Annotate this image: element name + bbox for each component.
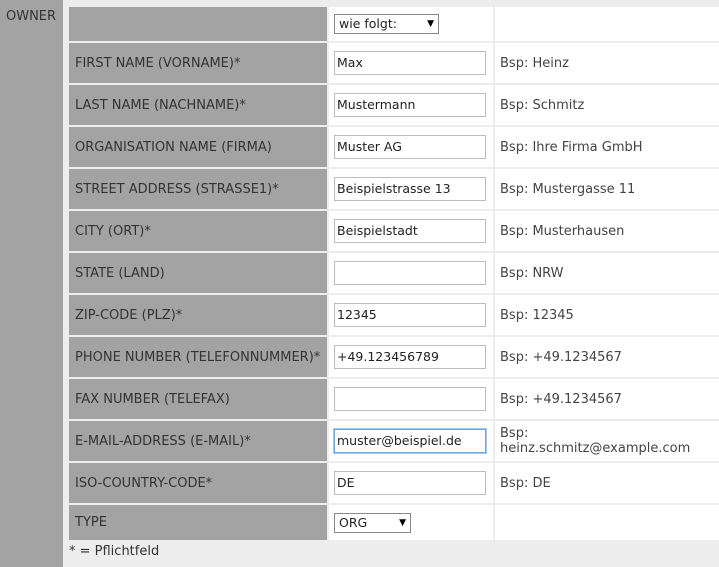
field-hint: Bsp: +49.1234567	[495, 337, 719, 377]
required-footnote: * = Pflichtfeld	[69, 544, 160, 559]
chevron-down-icon: ▼	[399, 517, 406, 528]
field-label: STATE (LAND)	[69, 253, 327, 293]
last-name-input[interactable]: Mustermann	[334, 93, 486, 117]
form-row-type: TYPE ORG ▼	[69, 505, 719, 540]
form-row-phone: PHONE NUMBER (TELEFONNUMMER)* +49.123456…	[69, 337, 719, 377]
field-hint: Bsp: Schmitz	[495, 85, 719, 125]
handle-row-input-cell: wie folgt: ▼	[329, 7, 493, 41]
organisation-input[interactable]: Muster AG	[334, 135, 486, 159]
fax-input[interactable]	[334, 387, 486, 411]
field-input-cell: Muster AG	[329, 127, 493, 167]
field-input-cell: ORG ▼	[329, 505, 493, 540]
zip-code-input[interactable]: 12345	[334, 303, 486, 327]
field-label: ISO-COUNTRY-CODE*	[69, 463, 327, 503]
field-input-cell: +49.123456789	[329, 337, 493, 377]
field-hint: Bsp: 12345	[495, 295, 719, 335]
field-input-cell	[329, 379, 493, 419]
state-input[interactable]	[334, 261, 486, 285]
field-label: TYPE	[69, 505, 327, 540]
handle-row-hint	[495, 7, 719, 41]
field-hint: Bsp: Musterhausen	[495, 211, 719, 251]
handle-select[interactable]: wie folgt: ▼	[334, 14, 439, 34]
form-row-organisation: ORGANISATION NAME (FIRMA) Muster AG Bsp:…	[69, 127, 719, 167]
field-hint: Bsp: Mustergasse 11	[495, 169, 719, 209]
type-row-hint	[495, 505, 719, 540]
form-row-city: CITY (ORT)* Beispielstadt Bsp: Musterhau…	[69, 211, 719, 251]
field-label: STREET ADDRESS (STRASSE1)*	[69, 169, 327, 209]
form-row-first-name: FIRST NAME (VORNAME)* Max Bsp: Heinz	[69, 43, 719, 83]
field-input-cell: Mustermann	[329, 85, 493, 125]
field-label: PHONE NUMBER (TELEFONNUMMER)*	[69, 337, 327, 377]
field-hint: Bsp: DE	[495, 463, 719, 503]
field-hint: Bsp: NRW	[495, 253, 719, 293]
type-select[interactable]: ORG ▼	[334, 512, 411, 533]
field-input-cell: 12345	[329, 295, 493, 335]
phone-input[interactable]: +49.123456789	[334, 345, 486, 369]
field-input-cell: Beispielstrasse 13	[329, 169, 493, 209]
form-row-street: STREET ADDRESS (STRASSE1)* Beispielstras…	[69, 169, 719, 209]
field-input-cell: Beispielstadt	[329, 211, 493, 251]
country-code-input[interactable]: DE	[334, 471, 486, 495]
field-label: ORGANISATION NAME (FIRMA)	[69, 127, 327, 167]
first-name-input[interactable]: Max	[334, 51, 486, 75]
section-label-owner: OWNER	[6, 9, 57, 24]
type-select-value: ORG	[339, 514, 368, 530]
chevron-down-icon: ▼	[427, 19, 434, 29]
field-hint: Bsp: Ihre Firma GmbH	[495, 127, 719, 167]
field-hint: Bsp: Heinz	[495, 43, 719, 83]
form-row-fax: FAX NUMBER (TELEFAX) Bsp: +49.1234567	[69, 379, 719, 419]
handle-row: wie folgt: ▼	[69, 7, 719, 41]
field-input-cell: Max	[329, 43, 493, 83]
field-label: ZIP-CODE (PLZ)*	[69, 295, 327, 335]
field-label: CITY (ORT)*	[69, 211, 327, 251]
form-row-email: E-MAIL-ADDRESS (E-MAIL)* muster@beispiel…	[69, 421, 719, 461]
form-row-zip: ZIP-CODE (PLZ)* 12345 Bsp: 12345	[69, 295, 719, 335]
email-input[interactable]: muster@beispiel.de	[334, 429, 486, 453]
field-input-cell	[329, 253, 493, 293]
field-hint: Bsp: +49.1234567	[495, 379, 719, 419]
field-label: FAX NUMBER (TELEFAX)	[69, 379, 327, 419]
city-input[interactable]: Beispielstadt	[334, 219, 486, 243]
form-row-state: STATE (LAND) Bsp: NRW	[69, 253, 719, 293]
field-input-cell: DE	[329, 463, 493, 503]
handle-select-value: wie folgt:	[339, 16, 397, 31]
form-row-last-name: LAST NAME (NACHNAME)* Mustermann Bsp: Sc…	[69, 85, 719, 125]
field-label: E-MAIL-ADDRESS (E-MAIL)*	[69, 421, 327, 461]
street-input[interactable]: Beispielstrasse 13	[334, 177, 486, 201]
field-hint: Bsp: heinz.schmitz@example.com	[495, 421, 719, 461]
field-label: LAST NAME (NACHNAME)*	[69, 85, 327, 125]
handle-row-label	[69, 7, 327, 41]
form-row-country-code: ISO-COUNTRY-CODE* DE Bsp: DE	[69, 463, 719, 503]
field-input-cell: muster@beispiel.de	[329, 421, 493, 461]
field-label: FIRST NAME (VORNAME)*	[69, 43, 327, 83]
